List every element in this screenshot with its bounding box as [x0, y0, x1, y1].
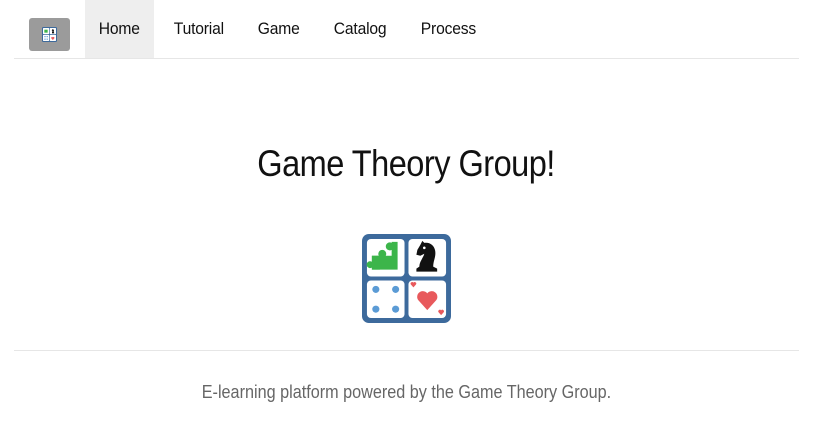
nav-item-process[interactable]: Process — [407, 0, 490, 58]
footer-text: E-learning platform powered by the Game … — [0, 382, 813, 403]
page-title-text: Game Theory Group! — [257, 143, 556, 184]
navbar: Home Tutorial Game Catalog Process — [14, 0, 799, 59]
nav-item-tutorial[interactable]: Tutorial — [160, 0, 238, 58]
divider — [14, 350, 799, 351]
games-logo-icon — [362, 234, 451, 323]
footer-text-label: E-learning platform powered by the Game … — [201, 382, 612, 402]
nav-item-game[interactable]: Game — [244, 0, 313, 58]
games-logo-icon — [42, 27, 57, 42]
page-title: Game Theory Group! — [0, 143, 813, 185]
nav-item-catalog[interactable]: Catalog — [320, 0, 400, 58]
nav-item-home[interactable]: Home — [85, 0, 154, 58]
nav-menu: Home Tutorial Game Catalog Process — [85, 0, 497, 58]
brand-button[interactable] — [29, 18, 70, 51]
